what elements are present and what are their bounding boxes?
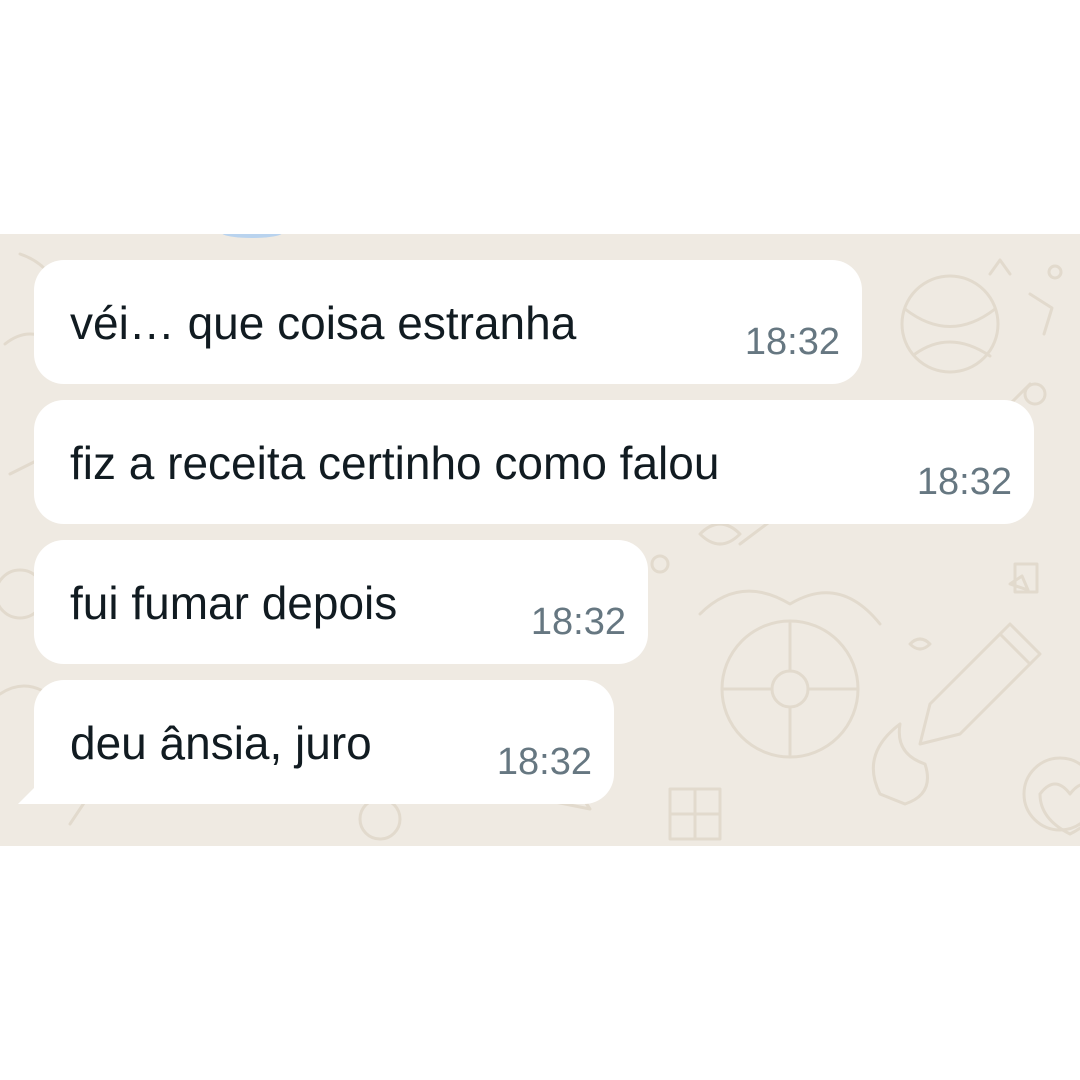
message-text: deu ânsia, juro bbox=[70, 717, 372, 769]
message-timestamp: 18:32 bbox=[744, 321, 840, 363]
message-timestamp: 18:32 bbox=[530, 601, 626, 643]
message-timestamp: 18:32 bbox=[916, 461, 1012, 503]
message-bubble[interactable]: fiz a receita certinho como falou 18:32 bbox=[34, 400, 1034, 524]
message-bubble[interactable]: fui fumar depois 18:32 bbox=[34, 540, 648, 664]
message-text: fui fumar depois bbox=[70, 577, 398, 629]
message-timestamp: 18:32 bbox=[496, 741, 592, 783]
message-tail bbox=[18, 786, 36, 804]
chat-conversation-area[interactable]: véi… que coisa estranha 18:32 fiz a rece… bbox=[0, 234, 1080, 846]
message-text: fiz a receita certinho como falou bbox=[70, 437, 720, 489]
message-text: véi… que coisa estranha bbox=[70, 297, 577, 349]
message-bubble[interactable]: deu ânsia, juro 18:32 bbox=[18, 680, 614, 804]
page: véi… que coisa estranha 18:32 fiz a rece… bbox=[0, 0, 1080, 1080]
message-bubble[interactable]: véi… que coisa estranha 18:32 bbox=[34, 260, 862, 384]
